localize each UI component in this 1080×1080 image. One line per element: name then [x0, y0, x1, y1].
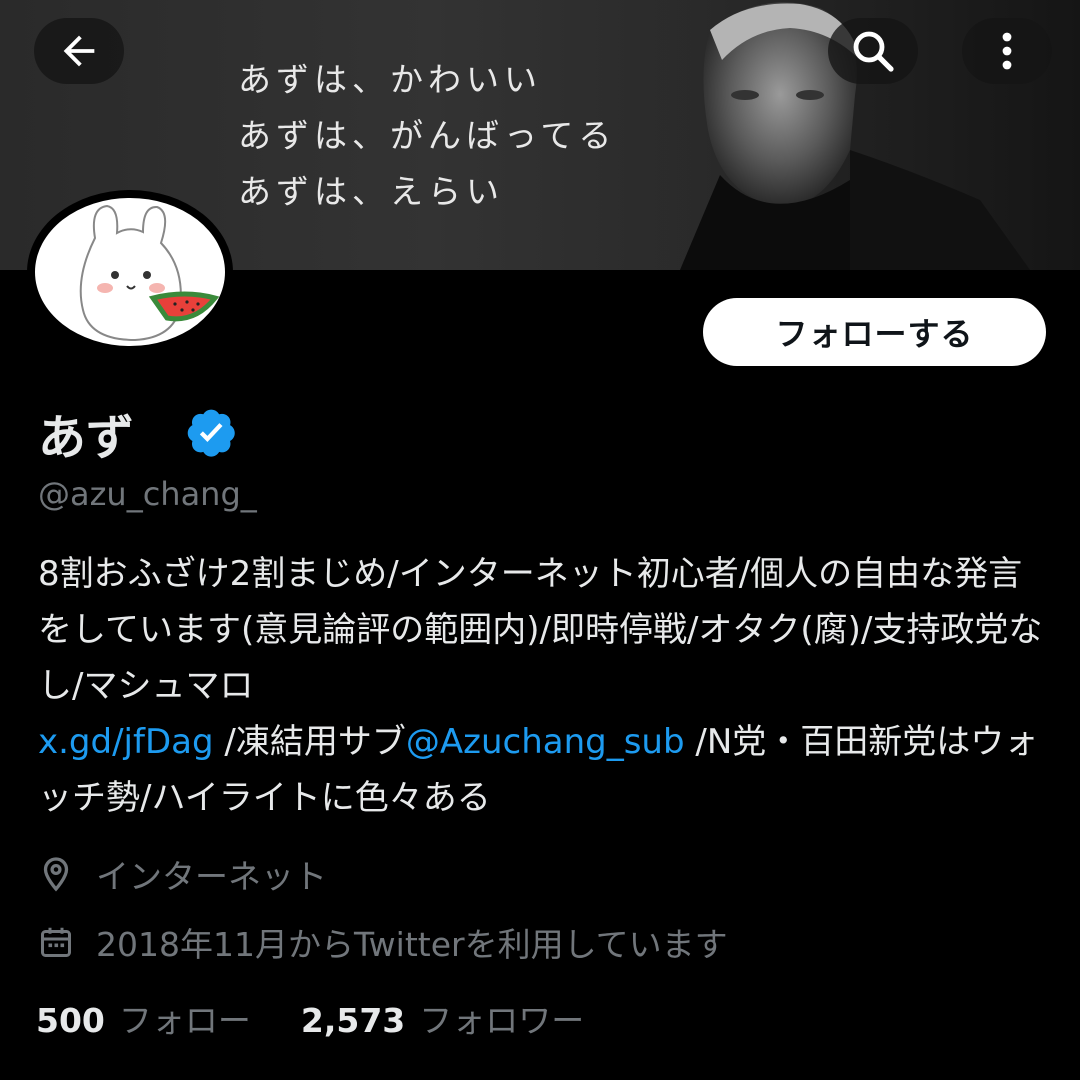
followers-count[interactable]: 2,573 — [301, 1001, 405, 1040]
following-label[interactable]: フォロー — [119, 994, 251, 1042]
profile-name: あず — [38, 410, 135, 466]
search-icon — [853, 31, 894, 72]
calendar-icon — [41, 927, 71, 957]
search-button[interactable] — [828, 18, 918, 84]
back-arrow-icon — [63, 35, 95, 67]
banner-line: あずは、かわいい — [238, 60, 542, 99]
bunny-illustration — [79, 204, 220, 342]
bio-text: 8割おふざけ2割まじめ/インターネット初心者/個人の自由な発言をしています(意見… — [38, 554, 1043, 706]
followers-label[interactable]: フォロワー — [419, 994, 584, 1042]
bio-link[interactable]: x.gd/jfDag — [38, 722, 214, 762]
bio-mention-link[interactable]: @Azuchang_sub — [406, 722, 685, 762]
joined-text: 2018年11月からTwitterを利用しています — [96, 925, 728, 964]
banner-text: あずは、かわいい あずは、がんばってる あずは、えらい — [238, 52, 616, 220]
profile-bio: 8割おふざけ2割まじめ/インターネット初心者/個人の自由な発言をしています(意見… — [38, 546, 1048, 826]
avatar[interactable] — [27, 190, 233, 354]
bio-text: /凍結用サブ — [224, 722, 406, 762]
location-text: インターネット — [96, 857, 327, 896]
location-row: インターネット — [38, 850, 327, 898]
more-options-button[interactable] — [962, 18, 1052, 84]
follow-button[interactable]: フォローする — [703, 298, 1046, 366]
follow-stats: 500 フォロー 2,573 フォロワー — [36, 994, 584, 1042]
joined-row: 2018年11月からTwitterを利用しています — [38, 918, 728, 966]
avatar-image — [27, 190, 233, 354]
back-button[interactable] — [34, 18, 124, 84]
location-pin-icon — [43, 857, 69, 892]
verified-badge-icon — [187, 409, 235, 457]
banner-line: あずは、がんばってる — [238, 116, 617, 155]
following-count[interactable]: 500 — [36, 1001, 105, 1040]
more-vertical-icon — [1002, 32, 1012, 70]
profile-handle: @azu_chang_ — [38, 475, 257, 513]
banner-line: あずは、えらい — [238, 172, 504, 211]
